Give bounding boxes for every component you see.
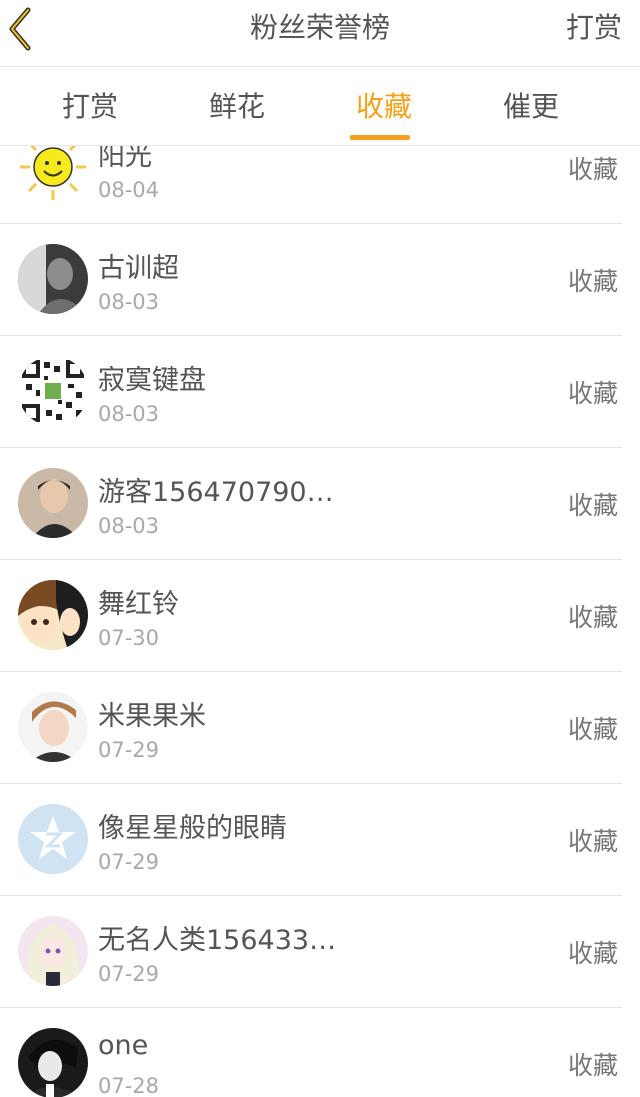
- avatar: [18, 468, 88, 538]
- list-item[interactable]: 阳光 08-04 收藏: [0, 146, 622, 224]
- person-photo-icon: [18, 244, 88, 314]
- page-title: 粉丝荣誉榜: [249, 11, 390, 44]
- tab-update-request[interactable]: 催更: [471, 67, 591, 145]
- action-label: 收藏: [567, 715, 618, 744]
- tab-flowers[interactable]: 鲜花: [177, 67, 297, 145]
- active-tab-indicator: [350, 135, 410, 140]
- fan-list[interactable]: 阳光 08-04 收藏 古训超 08-03 收藏 寂寞键盘 08-03 收藏 游…: [0, 146, 640, 1097]
- user-name: one: [98, 1030, 149, 1061]
- avatar: [18, 580, 88, 650]
- user-name: 无名人类156433…: [98, 925, 337, 956]
- tab-bar: 打赏 鲜花 收藏 催更: [0, 67, 640, 146]
- action-label: 收藏: [567, 379, 618, 408]
- user-name: 阳光: [98, 146, 152, 172]
- tab-tip[interactable]: 打赏: [30, 67, 150, 145]
- list-item[interactable]: 游客156470790… 08-03 收藏: [0, 448, 622, 560]
- user-name: 游客156470790…: [98, 477, 334, 508]
- date: 08-03: [98, 402, 160, 426]
- date: 08-04: [98, 178, 160, 202]
- list-item[interactable]: 像星星般的眼睛 07-29 收藏: [0, 784, 622, 896]
- user-name: 古训超: [98, 253, 179, 284]
- user-name: 米果果米: [98, 701, 206, 732]
- avatar: [18, 692, 88, 762]
- tab-label: 收藏: [355, 90, 412, 123]
- date: 07-29: [98, 962, 160, 986]
- action-label: 收藏: [567, 267, 618, 296]
- tab-label: 打赏: [61, 90, 118, 123]
- person-photo-icon: [18, 692, 88, 762]
- person-photo-icon: [18, 468, 88, 538]
- list-item[interactable]: 米果果米 07-29 收藏: [0, 672, 622, 784]
- user-name: 像星星般的眼睛: [98, 813, 287, 844]
- action-label: 收藏: [567, 155, 618, 184]
- tip-button[interactable]: 打赏: [566, 10, 622, 46]
- list-item[interactable]: 无名人类156433… 07-29 收藏: [0, 896, 622, 1008]
- anime-character-icon: [18, 916, 88, 986]
- tab-favorites[interactable]: 收藏: [324, 67, 444, 145]
- list-item[interactable]: 寂寞键盘 08-03 收藏: [0, 336, 622, 448]
- date: 08-03: [98, 290, 160, 314]
- action-label: 收藏: [567, 827, 618, 856]
- avatar: [18, 146, 88, 202]
- action-label: 收藏: [567, 491, 618, 520]
- list-item[interactable]: 舞红铃 07-30 收藏: [0, 560, 622, 672]
- list-item[interactable]: one 07-28 收藏: [0, 1008, 622, 1097]
- qq-default-avatar-icon: [18, 804, 88, 874]
- action-label: 收藏: [567, 603, 618, 632]
- action-label: 收藏: [567, 939, 618, 968]
- date: 07-28: [98, 1074, 160, 1097]
- avatar: [18, 244, 88, 314]
- tab-label: 鲜花: [208, 90, 265, 123]
- date: 08-03: [98, 514, 160, 538]
- date: 07-29: [98, 738, 160, 762]
- top-bar: 粉丝荣誉榜 打赏: [0, 0, 640, 67]
- qr-code-icon: [18, 356, 88, 426]
- date: 07-29: [98, 850, 160, 874]
- avatar: [18, 804, 88, 874]
- list-item[interactable]: 古训超 08-03 收藏: [0, 224, 622, 336]
- tab-label: 催更: [502, 90, 559, 123]
- avatar: [18, 1028, 88, 1097]
- user-name: 寂寞键盘: [98, 365, 206, 396]
- sun-icon: [18, 146, 88, 202]
- anime-character-icon: [18, 580, 88, 650]
- avatar: [18, 916, 88, 986]
- user-name: 舞红铃: [98, 589, 179, 620]
- action-label: 收藏: [567, 1051, 618, 1080]
- date: 07-30: [98, 626, 160, 650]
- person-photo-icon: [18, 1028, 88, 1097]
- avatar: [18, 356, 88, 426]
